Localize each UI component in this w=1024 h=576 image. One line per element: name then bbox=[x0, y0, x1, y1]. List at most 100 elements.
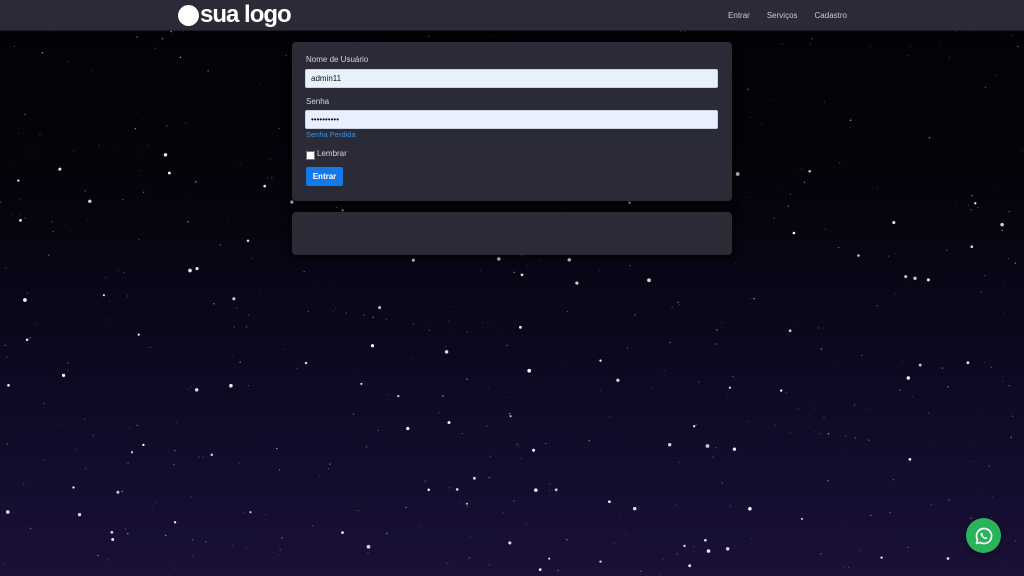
lost-password-link[interactable]: Senha Perdida bbox=[306, 130, 356, 139]
star-bright bbox=[447, 420, 451, 425]
star bbox=[843, 454, 844, 456]
star bbox=[345, 312, 348, 314]
remember-checkbox[interactable] bbox=[306, 151, 315, 160]
star bbox=[490, 321, 492, 323]
top-navbar: sua logo Entrar Serviços Cadastro bbox=[0, 0, 1024, 31]
star bbox=[915, 340, 916, 341]
star-bright bbox=[857, 254, 860, 257]
star bbox=[599, 270, 601, 272]
star bbox=[190, 496, 192, 498]
star bbox=[811, 38, 813, 40]
star-bright bbox=[918, 363, 922, 367]
star bbox=[120, 133, 122, 135]
star-bright bbox=[748, 507, 752, 511]
star bbox=[154, 47, 156, 49]
star bbox=[426, 325, 428, 327]
star bbox=[84, 190, 87, 192]
star bbox=[105, 276, 107, 279]
star-bright bbox=[926, 278, 930, 282]
star bbox=[662, 558, 664, 560]
star bbox=[488, 477, 490, 479]
star bbox=[629, 265, 631, 267]
star bbox=[849, 126, 851, 128]
star bbox=[868, 439, 870, 441]
star bbox=[386, 318, 388, 321]
star-bright bbox=[728, 386, 731, 389]
star bbox=[515, 552, 517, 553]
star-bright bbox=[780, 389, 783, 392]
star bbox=[520, 457, 521, 459]
star-bright bbox=[705, 444, 710, 448]
star bbox=[453, 306, 455, 307]
star bbox=[928, 136, 931, 139]
star bbox=[265, 514, 267, 516]
star bbox=[869, 46, 871, 48]
star bbox=[151, 509, 153, 511]
star bbox=[19, 215, 21, 216]
star bbox=[487, 387, 489, 389]
star bbox=[24, 113, 26, 115]
star bbox=[901, 100, 903, 101]
star bbox=[981, 491, 983, 493]
star-bright bbox=[455, 488, 459, 491]
star bbox=[1002, 32, 1003, 34]
star bbox=[559, 210, 561, 211]
star bbox=[773, 217, 775, 219]
username-input[interactable]: admin11 bbox=[305, 69, 718, 88]
star-bright bbox=[232, 297, 236, 301]
star bbox=[1008, 210, 1010, 213]
site-logo[interactable]: sua logo bbox=[178, 2, 292, 28]
star bbox=[92, 69, 94, 72]
star bbox=[486, 425, 488, 427]
star bbox=[198, 456, 200, 458]
star bbox=[734, 435, 736, 436]
star bbox=[238, 201, 240, 203]
nav-item-cadastro[interactable]: Cadastro bbox=[815, 11, 847, 20]
login-submit-button[interactable]: Entrar bbox=[306, 167, 343, 186]
star bbox=[138, 238, 140, 240]
star bbox=[268, 417, 270, 419]
star bbox=[512, 499, 515, 502]
star-bright bbox=[527, 368, 532, 373]
star bbox=[897, 464, 899, 466]
star bbox=[977, 206, 979, 208]
star bbox=[77, 89, 79, 91]
star bbox=[353, 413, 355, 415]
star bbox=[312, 525, 314, 527]
star bbox=[972, 442, 974, 444]
star-bright bbox=[304, 361, 308, 365]
star bbox=[970, 517, 972, 519]
star bbox=[787, 426, 789, 428]
star-bright bbox=[88, 199, 92, 203]
star bbox=[134, 128, 136, 130]
star bbox=[747, 88, 749, 90]
star bbox=[981, 411, 983, 413]
star bbox=[233, 326, 235, 328]
whatsapp-button[interactable] bbox=[966, 518, 1001, 553]
star bbox=[412, 323, 414, 325]
password-input[interactable]: •••••••••• bbox=[305, 110, 718, 129]
star bbox=[195, 181, 197, 183]
star bbox=[13, 45, 15, 47]
remember-label[interactable]: Lembrar bbox=[317, 149, 347, 158]
star-bright bbox=[167, 171, 171, 175]
star bbox=[795, 172, 797, 174]
star bbox=[695, 423, 697, 426]
star bbox=[729, 268, 731, 269]
nav-item-servicos[interactable]: Serviços bbox=[767, 11, 798, 20]
star bbox=[991, 114, 993, 116]
star-bright bbox=[647, 278, 651, 283]
star-bright bbox=[72, 486, 75, 489]
star bbox=[820, 553, 822, 555]
star bbox=[894, 293, 896, 295]
star bbox=[107, 559, 110, 561]
star-bright bbox=[946, 557, 950, 560]
nav-item-entrar[interactable]: Entrar bbox=[728, 11, 750, 20]
star-bright bbox=[370, 344, 375, 348]
star bbox=[819, 433, 821, 435]
star bbox=[849, 119, 852, 122]
star bbox=[5, 267, 7, 269]
star-bright bbox=[411, 258, 415, 262]
star bbox=[501, 335, 503, 337]
star bbox=[187, 388, 189, 390]
